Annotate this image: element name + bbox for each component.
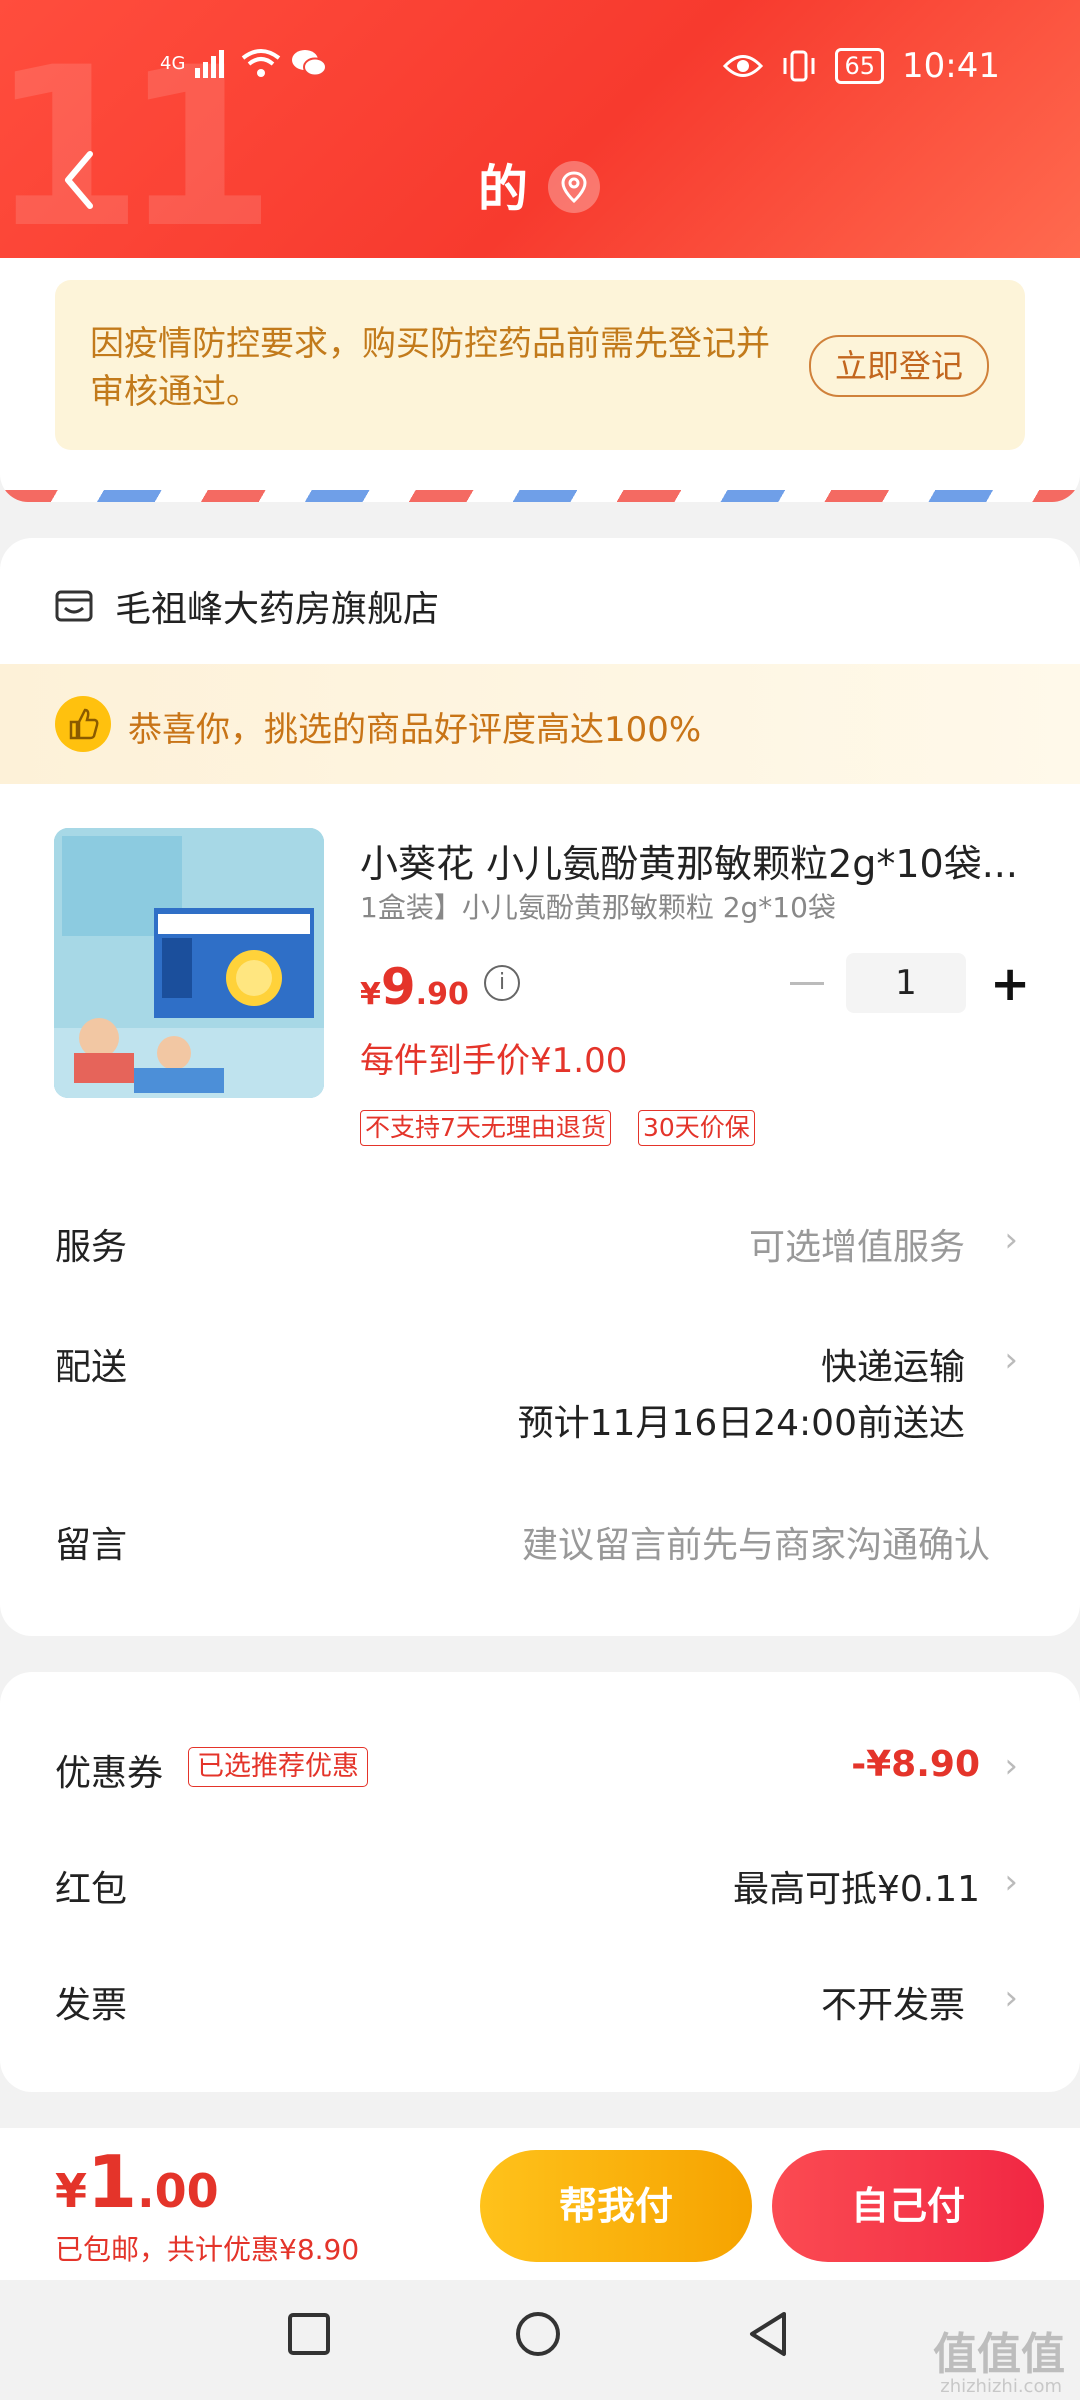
delivery-eta: 预计11月16日24:00前送达 <box>517 1403 965 1444</box>
shop-icon <box>55 590 93 622</box>
back-arrow-icon[interactable] <box>60 150 100 210</box>
delivery-label: 配送 <box>55 1347 128 1388</box>
product-spec: 1盒装】小儿氨酚黄那敏颗粒 2g*10袋 <box>360 891 836 924</box>
total-integer: 1 <box>87 2140 138 2224</box>
nav-bar: 的 <box>0 145 1080 225</box>
watermark-url: zhizhizhi.com <box>940 2376 1062 2397</box>
envelope-stripe <box>0 490 1080 502</box>
product-price: ¥9.90 <box>360 958 469 1016</box>
self-pay-button[interactable]: 自己付 <box>772 2150 1044 2262</box>
price-decimal: .90 <box>415 977 469 1012</box>
watermark-logo: 值值值 <box>933 2329 1065 2380</box>
praise-banner: 恭喜你，挑选的商品好评度高达100% <box>0 664 1080 784</box>
redpacket-value[interactable]: 最高可抵¥0.11 <box>733 1860 980 1912</box>
product-title[interactable]: 小葵花 小儿氨酚黄那敏颗粒2g*10袋... <box>360 833 1030 888</box>
total-price: ¥1.00 <box>55 2140 219 2224</box>
info-icon[interactable]: i <box>484 965 520 1001</box>
epidemic-notice: 因疫情防控要求，购买防控药品前需先登记并审核通过。 立即登记 <box>55 280 1025 450</box>
total-decimal: .00 <box>137 2164 219 2218</box>
invoice-value[interactable]: 不开发票 <box>821 1976 965 2028</box>
delivery-chevron-icon[interactable]: › <box>1004 1340 1018 1380</box>
shipping-summary: 已包邮，共计优惠¥8.90 <box>55 2233 360 2266</box>
redpacket-label: 红包 <box>55 1869 128 1910</box>
total-symbol: ¥ <box>55 2164 88 2218</box>
invoice-chevron-icon[interactable]: › <box>1004 1978 1018 2018</box>
help-pay-button[interactable]: 帮我付 <box>480 2150 752 2262</box>
header: 11 4G 65 10:41 的 <box>0 0 1080 258</box>
invoice-label: 发票 <box>55 1985 128 2026</box>
redpacket-chevron-icon[interactable]: › <box>1004 1862 1018 1902</box>
price-protection-tag: 30天价保 <box>638 1110 755 1146</box>
system-nav-bar: 值值值 zhizhizhi.com <box>0 2280 1080 2400</box>
price-symbol: ¥ <box>360 977 381 1012</box>
checkout-bar: ¥1.00 已包邮，共计优惠¥8.90 帮我付 自己付 <box>0 2128 1080 2280</box>
clock: 10:41 <box>902 46 1000 86</box>
address-card: 因疫情防控要求，购买防控药品前需先登记并审核通过。 立即登记 <box>0 258 1080 502</box>
no-return-tag: 不支持7天无理由退货 <box>360 1110 611 1146</box>
discount-card: 优惠券 已选推荐优惠 -¥8.90 › 红包 最高可抵¥0.11 › 发票 不开… <box>0 1672 1080 2092</box>
decrease-quantity-button[interactable] <box>790 982 824 985</box>
service-value[interactable]: 可选增值服务 <box>749 1218 965 1270</box>
page-title: 的 <box>478 160 528 218</box>
praise-text: 恭喜你，挑选的商品好评度高达100% <box>128 710 702 750</box>
location-pin-icon[interactable] <box>548 161 600 213</box>
delivery-value[interactable]: 快递运输 <box>821 1338 965 1390</box>
eye-icon <box>723 55 764 77</box>
unit-final-price: 每件到手价¥1.00 <box>360 1041 628 1081</box>
notice-text: 因疫情防控要求，购买防控药品前需先登记并审核通过。 <box>90 324 770 412</box>
service-chevron-icon[interactable]: › <box>1004 1220 1018 1260</box>
status-bar: 4G 65 10:41 <box>0 40 1080 100</box>
quantity-field[interactable]: 1 <box>846 953 966 1013</box>
battery-icon: 65 <box>835 48 885 84</box>
service-label: 服务 <box>55 1227 128 1268</box>
vibrate-icon <box>783 50 815 82</box>
coupon-label: 优惠券 <box>55 1753 164 1794</box>
back-triangle-icon[interactable] <box>746 2310 790 2358</box>
wifi-icon <box>242 49 281 77</box>
network-type: 4G <box>160 52 186 74</box>
register-button[interactable]: 立即登记 <box>809 335 989 397</box>
price-integer: 9 <box>380 958 416 1016</box>
signal-icon <box>195 50 225 78</box>
coupon-value[interactable]: -¥8.90 <box>851 1744 980 1785</box>
shop-name: 毛祖峰大药房旗舰店 <box>115 589 440 630</box>
recents-square-icon[interactable] <box>287 2312 331 2356</box>
coupon-badge: 已选推荐优惠 <box>188 1747 368 1787</box>
increase-quantity-button[interactable]: + <box>990 956 1030 1012</box>
message-input[interactable]: 建议留言前先与商家沟通确认 <box>522 1516 990 1568</box>
product-image[interactable] <box>54 828 324 1098</box>
goods-card: 毛祖峰大药房旗舰店 恭喜你，挑选的商品好评度高达100% 小葵花 小儿氨酚黄那敏… <box>0 538 1080 1636</box>
wechat-icon <box>292 50 328 77</box>
home-circle-icon[interactable] <box>514 2310 562 2358</box>
thumbs-up-icon <box>55 696 111 752</box>
coupon-chevron-icon[interactable]: › <box>1004 1746 1018 1786</box>
message-label: 留言 <box>55 1525 128 1566</box>
shop-header[interactable]: 毛祖峰大药房旗舰店 <box>55 580 439 632</box>
